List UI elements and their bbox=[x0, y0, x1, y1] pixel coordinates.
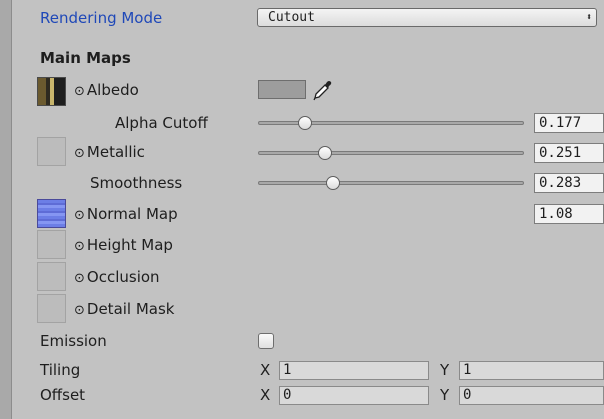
offset-y-field[interactable]: 0 bbox=[459, 386, 604, 405]
smoothness-value-field[interactable]: 0.283 bbox=[534, 173, 604, 193]
alpha-cutoff-value-field[interactable]: 0.177 bbox=[534, 113, 604, 133]
left-edge-bar bbox=[0, 0, 12, 419]
metallic-slider-thumb[interactable] bbox=[317, 146, 332, 160]
metallic-value-field[interactable]: 0.251 bbox=[534, 143, 604, 163]
offset-x-label: X bbox=[260, 386, 271, 404]
normal-map-value-field[interactable]: 1.08 bbox=[534, 204, 604, 224]
rendering-mode-value: Cutout bbox=[268, 10, 315, 25]
albedo-color-swatch[interactable] bbox=[258, 80, 306, 99]
normal-map-row: ⊙ Normal Map bbox=[74, 205, 178, 223]
main-maps-heading: Main Maps bbox=[40, 49, 131, 67]
normal-map-texture-slot[interactable] bbox=[37, 199, 66, 228]
tiling-y-label: Y bbox=[440, 361, 450, 379]
albedo-target-icon[interactable]: ⊙ bbox=[74, 84, 85, 99]
tiling-y-field[interactable]: 1 bbox=[459, 361, 604, 380]
detail-mask-target-icon[interactable]: ⊙ bbox=[74, 303, 85, 318]
albedo-texture-slot[interactable] bbox=[37, 77, 66, 106]
height-map-row: ⊙ Height Map bbox=[74, 236, 173, 254]
offset-x-field[interactable]: 0 bbox=[279, 386, 429, 405]
emission-checkbox[interactable] bbox=[258, 333, 274, 349]
dropdown-arrows-icon: ⬍ bbox=[585, 12, 592, 23]
metallic-label: Metallic bbox=[86, 143, 145, 161]
occlusion-target-icon[interactable]: ⊙ bbox=[74, 271, 85, 286]
occlusion-texture-slot[interactable] bbox=[37, 262, 66, 291]
height-map-label: Height Map bbox=[86, 236, 173, 254]
smoothness-slider-thumb[interactable] bbox=[326, 176, 341, 190]
detail-mask-label: Detail Mask bbox=[86, 300, 175, 318]
smoothness-slider-track[interactable] bbox=[258, 181, 524, 185]
alpha-cutoff-slider-thumb[interactable] bbox=[298, 116, 313, 130]
metallic-target-icon[interactable]: ⊙ bbox=[74, 146, 85, 161]
albedo-row: ⊙ Albedo bbox=[74, 81, 139, 99]
offset-label: Offset bbox=[40, 386, 86, 404]
offset-y-label: Y bbox=[440, 386, 450, 404]
detail-mask-texture-slot[interactable] bbox=[37, 294, 66, 323]
rendering-mode-dropdown[interactable]: Cutout ⬍ bbox=[257, 8, 597, 27]
tiling-x-label: X bbox=[260, 361, 271, 379]
detail-mask-row: ⊙ Detail Mask bbox=[74, 300, 175, 318]
emission-label: Emission bbox=[40, 332, 107, 350]
tiling-label: Tiling bbox=[40, 361, 81, 379]
alpha-cutoff-label: Alpha Cutoff bbox=[115, 114, 208, 132]
metallic-texture-slot[interactable] bbox=[37, 137, 66, 166]
occlusion-label: Occlusion bbox=[86, 268, 160, 286]
occlusion-row: ⊙ Occlusion bbox=[74, 268, 160, 286]
tiling-x-field[interactable]: 1 bbox=[279, 361, 429, 380]
smoothness-label: Smoothness bbox=[90, 174, 183, 192]
height-map-target-icon[interactable]: ⊙ bbox=[74, 239, 85, 254]
rendering-mode-label: Rendering Mode bbox=[40, 9, 163, 27]
height-map-texture-slot[interactable] bbox=[37, 230, 66, 259]
normal-map-label: Normal Map bbox=[86, 205, 178, 223]
metallic-row: ⊙ Metallic bbox=[74, 143, 145, 161]
metallic-slider-track[interactable] bbox=[258, 151, 524, 155]
eyedropper-icon[interactable] bbox=[312, 79, 332, 101]
normal-map-target-icon[interactable]: ⊙ bbox=[74, 208, 85, 223]
albedo-label: Albedo bbox=[86, 81, 139, 99]
